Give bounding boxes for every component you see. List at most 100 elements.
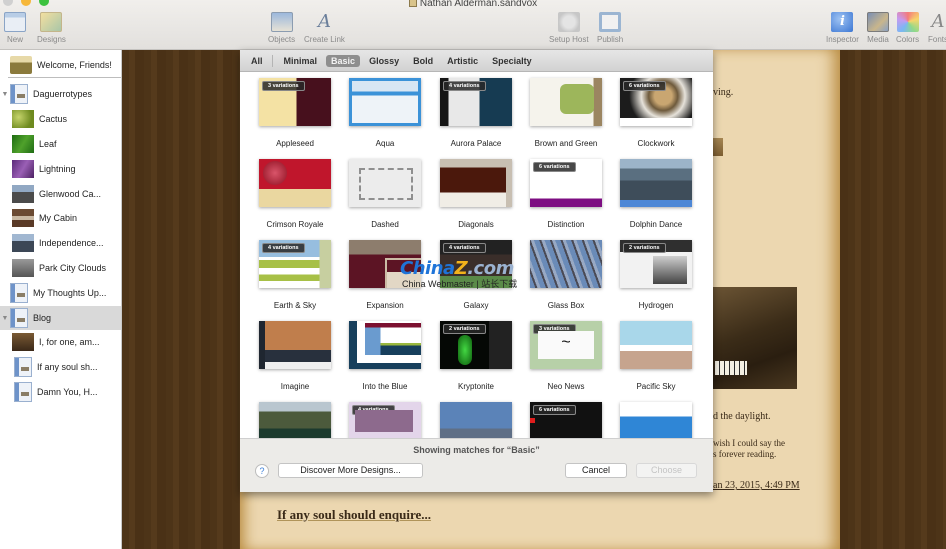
- design-cell-brown-and-green[interactable]: Brown and Green: [521, 78, 611, 148]
- toolbar-setup-host-button[interactable]: Setup Host: [549, 12, 589, 44]
- design-thumbnail[interactable]: [530, 78, 602, 126]
- design-thumbnail[interactable]: 6 variations: [620, 78, 692, 126]
- post-timestamp-link[interactable]: an 23, 2015, 4:49 PM: [713, 480, 800, 491]
- cancel-button[interactable]: Cancel: [565, 463, 627, 478]
- design-thumbnail[interactable]: [259, 402, 331, 438]
- sidebar-item-my-thoughts[interactable]: My Thoughts Up...: [0, 281, 121, 305]
- sidebar-item-independence[interactable]: Independence...: [0, 231, 121, 255]
- tab-bold[interactable]: Bold: [408, 55, 438, 67]
- design-thumbnail[interactable]: 6 variations: [530, 402, 602, 438]
- design-thumbnail[interactable]: 4 variations: [349, 402, 421, 438]
- choose-button[interactable]: Choose: [636, 463, 697, 478]
- toolbar-publish-button[interactable]: Publish: [597, 12, 623, 44]
- design-cell-dashed[interactable]: Dashed: [340, 159, 430, 229]
- design-cell-design-24[interactable]: 6 variations: [521, 402, 611, 438]
- design-thumbnail[interactable]: [259, 159, 331, 207]
- tab-basic[interactable]: Basic: [326, 54, 361, 67]
- sidebar-item-label: Damn You, H...: [37, 387, 98, 397]
- sidebar-item-cactus[interactable]: Cactus: [0, 107, 121, 131]
- toolbar-inspector-label: Inspector: [826, 35, 859, 44]
- design-thumbnail[interactable]: [620, 402, 692, 438]
- sidebar-item-blog[interactable]: ▼ Blog: [0, 306, 121, 330]
- design-cell-distinction[interactable]: 6 variations Distinction: [521, 159, 611, 229]
- design-cell-design-22[interactable]: 4 variations: [340, 402, 430, 438]
- design-cell-into-the-blue[interactable]: Into the Blue: [340, 321, 430, 391]
- page-icon: [10, 308, 28, 328]
- toolbar-designs-button[interactable]: Designs: [37, 12, 66, 44]
- toolbar-inspector-button[interactable]: i Inspector: [826, 12, 859, 44]
- home-page-icon: [10, 56, 32, 74]
- design-cell-imagine[interactable]: Imagine: [250, 321, 340, 391]
- design-thumbnail[interactable]: 4 variations: [440, 240, 512, 288]
- design-cell-aurora-palace[interactable]: 4 variations Aurora Palace: [431, 78, 521, 148]
- design-cell-earth-sky[interactable]: 4 variations Earth & Sky: [250, 240, 340, 310]
- design-cell-crimson-royale[interactable]: Crimson Royale: [250, 159, 340, 229]
- disclosure-triangle-icon[interactable]: ▼: [0, 315, 10, 322]
- design-cell-design-21[interactable]: [250, 402, 340, 438]
- design-cell-glass-box[interactable]: Glass Box: [521, 240, 611, 310]
- design-cell-pacific-sky[interactable]: Pacific Sky: [611, 321, 701, 391]
- design-thumbnail[interactable]: [349, 159, 421, 207]
- design-thumbnail[interactable]: [440, 159, 512, 207]
- tab-all[interactable]: All: [246, 55, 268, 67]
- design-thumbnail[interactable]: 2 variations: [620, 240, 692, 288]
- variations-badge: 6 variations: [623, 81, 666, 91]
- toolbar-new-button[interactable]: New: [4, 12, 26, 44]
- design-name-label: Diagonals: [458, 220, 494, 229]
- help-button[interactable]: ?: [255, 464, 269, 478]
- design-cell-aqua[interactable]: Aqua: [340, 78, 430, 148]
- toolbar-create-link-button[interactable]: A Create Link: [304, 11, 345, 45]
- design-grid[interactable]: 3 variations Appleseed Aqua 4 variations Aur…: [240, 72, 713, 438]
- design-thumbnail[interactable]: [349, 321, 421, 369]
- sidebar-item-glenwood[interactable]: Glenwood Ca...: [0, 182, 121, 206]
- design-cell-kryptonite[interactable]: 2 variations Kryptonite: [431, 321, 521, 391]
- sidebar-item-leaf[interactable]: Leaf: [0, 132, 121, 156]
- design-thumbnail[interactable]: [349, 78, 421, 126]
- design-cell-galaxy[interactable]: 4 variations Galaxy: [431, 240, 521, 310]
- discover-more-designs-button[interactable]: Discover More Designs...: [278, 463, 423, 478]
- design-thumbnail[interactable]: [530, 240, 602, 288]
- design-cell-clockwork[interactable]: 6 variations Clockwork: [611, 78, 701, 148]
- design-thumbnail[interactable]: 2 variations: [440, 321, 512, 369]
- design-thumbnail[interactable]: 4 variations: [259, 240, 331, 288]
- toolbar-media-button[interactable]: Media: [867, 12, 889, 44]
- design-thumbnail[interactable]: 3 variations: [530, 321, 602, 369]
- design-cell-appleseed[interactable]: 3 variations Appleseed: [250, 78, 340, 148]
- design-cell-expansion[interactable]: Expansion: [340, 240, 430, 310]
- design-thumbnail[interactable]: 4 variations: [440, 78, 512, 126]
- design-cell-dolphin-dance[interactable]: Dolphin Dance: [611, 159, 701, 229]
- design-thumbnail[interactable]: [620, 159, 692, 207]
- design-name-label: Imagine: [280, 382, 310, 391]
- sidebar-item-if-any-soul[interactable]: If any soul sh...: [0, 355, 121, 379]
- sidebar-item-daguerrotypes[interactable]: ▼ Daguerrotypes: [0, 82, 121, 106]
- design-thumbnail[interactable]: [440, 402, 512, 438]
- design-thumbnail[interactable]: [259, 321, 331, 369]
- disclosure-triangle-icon[interactable]: ▼: [0, 91, 10, 98]
- tab-specialty[interactable]: Specialty: [487, 55, 537, 67]
- sidebar-item-label: Park City Clouds: [39, 263, 107, 273]
- create-link-icon: A: [317, 11, 331, 32]
- design-thumbnail[interactable]: [349, 240, 421, 288]
- sidebar-item-welcome[interactable]: Welcome, Friends!: [0, 53, 121, 77]
- design-cell-hydrogen[interactable]: 2 variations Hydrogen: [611, 240, 701, 310]
- design-thumbnail[interactable]: [620, 321, 692, 369]
- toolbar-objects-button[interactable]: Objects: [268, 12, 295, 44]
- sidebar-item-i-for-one[interactable]: I, for one, am...: [0, 330, 121, 354]
- tab-glossy[interactable]: Glossy: [364, 55, 404, 67]
- tab-minimal[interactable]: Minimal: [279, 55, 323, 67]
- sidebar-item-my-cabin[interactable]: My Cabin: [0, 206, 121, 230]
- design-cell-design-23[interactable]: [431, 402, 521, 438]
- design-thumbnail[interactable]: 3 variations: [259, 78, 331, 126]
- sidebar-item-lightning[interactable]: Lightning: [0, 157, 121, 181]
- tab-artistic[interactable]: Artistic: [442, 55, 483, 67]
- toolbar-fonts-button[interactable]: A Fonts: [927, 12, 946, 45]
- design-thumbnail[interactable]: 6 variations: [530, 159, 602, 207]
- design-cell-design-25[interactable]: [611, 402, 701, 438]
- sidebar-item-park-city-clouds[interactable]: Park City Clouds: [0, 256, 121, 280]
- post-heading-link[interactable]: If any soul should enquire...: [277, 507, 431, 523]
- design-cell-neo-news[interactable]: 3 variations Neo News: [521, 321, 611, 391]
- toolbar-colors-button[interactable]: Colors: [896, 12, 919, 44]
- design-cell-diagonals[interactable]: Diagonals: [431, 159, 521, 229]
- sidebar-item-label: Welcome, Friends!: [37, 60, 112, 70]
- sidebar-item-damn-you[interactable]: Damn You, H...: [0, 380, 121, 404]
